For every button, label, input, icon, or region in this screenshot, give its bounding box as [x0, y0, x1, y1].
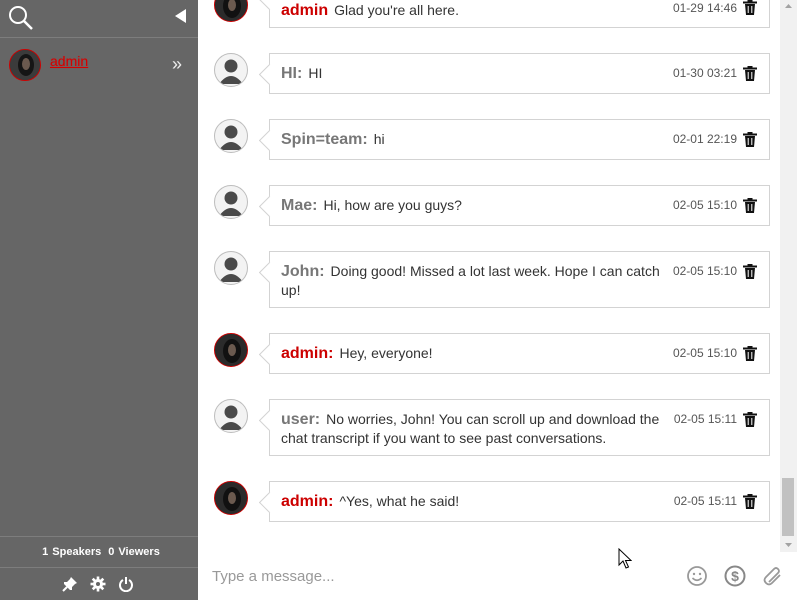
message-bubble: admin: Hey, everyone! 02-05 15:10 [269, 333, 770, 374]
message-bubble: John: Doing good! Missed a lot last week.… [269, 251, 770, 308]
message-sender[interactable]: Mae: [281, 197, 317, 214]
participant-counts: 1 Speakers 0 Viewers [0, 536, 198, 568]
message-sender[interactable]: HI: [281, 65, 302, 82]
trash-icon[interactable] [743, 264, 757, 279]
message-time: 01-30 03:21 [672, 66, 737, 80]
avatar [214, 333, 248, 367]
trash-icon[interactable] [743, 346, 757, 361]
composer: $ [198, 552, 800, 600]
message-sender[interactable]: user: [281, 411, 320, 428]
message-sender[interactable]: John: [281, 263, 325, 280]
viewers-label: Viewers [118, 546, 160, 558]
message-text: HI [308, 65, 323, 81]
expand-chevrons-icon[interactable]: » [172, 55, 182, 73]
trash-icon[interactable] [743, 132, 757, 147]
avatar [214, 119, 248, 153]
paperclip-icon[interactable] [762, 565, 784, 587]
scroll-up-arrow-icon[interactable] [780, 0, 797, 12]
pin-icon[interactable] [62, 576, 78, 592]
collapse-arrow-icon[interactable] [173, 8, 189, 24]
avatar [214, 185, 248, 219]
user-list-item[interactable]: admin » [0, 39, 198, 89]
sidebar-toolbar [0, 570, 198, 600]
trash-icon[interactable] [743, 494, 757, 509]
message-input[interactable] [210, 562, 660, 590]
emoji-icon[interactable] [686, 565, 708, 587]
message-bubble: user: No worries, John! You can scroll up… [269, 399, 770, 456]
dollar-icon[interactable]: $ [724, 565, 746, 587]
message-time: 02-05 15:10 [672, 346, 737, 360]
trash-icon[interactable] [743, 412, 757, 427]
gear-icon[interactable] [90, 576, 106, 592]
message-bubble: admin Glad you're all here. 01-29 14:46 [269, 0, 770, 28]
trash-icon[interactable] [743, 198, 757, 213]
message-sender[interactable]: admin: [281, 493, 333, 510]
sidebar: admin » 1 Speakers 0 Viewers [0, 0, 198, 600]
message-bubble: Spin=team: hi 02-01 22:19 [269, 119, 770, 160]
message-text: Hi, how are you guys? [323, 197, 462, 213]
message-text: Doing good! Missed a lot last week. Hope… [281, 263, 660, 298]
trash-icon[interactable] [743, 0, 757, 15]
message-time: 02-05 15:11 [673, 412, 737, 426]
power-icon[interactable] [118, 576, 134, 592]
avatar [214, 53, 248, 87]
trash-icon[interactable] [743, 66, 757, 81]
message-text: hi [373, 131, 385, 147]
scroll-down-arrow-icon[interactable] [780, 539, 797, 551]
sidebar-header [0, 0, 198, 38]
message-bubble: Mae: Hi, how are you guys? 02-05 15:10 [269, 185, 770, 226]
mouse-cursor-icon [618, 548, 632, 569]
avatar [214, 481, 248, 515]
message-time: 02-05 15:11 [673, 494, 737, 508]
message-text: ^Yes, what he said! [339, 493, 460, 509]
avatar [214, 399, 248, 433]
message-sender[interactable]: admin [281, 2, 328, 19]
message-text: No worries, John! You can scroll up and … [281, 411, 660, 446]
avatar [214, 0, 248, 22]
message-bubble: admin: ^Yes, what he said! 02-05 15:11 [269, 481, 770, 522]
scroll-thumb[interactable] [782, 478, 794, 536]
message-sender[interactable]: Spin=team: [281, 131, 368, 148]
message-time: 02-05 15:10 [672, 264, 737, 278]
message-text: Hey, everyone! [339, 345, 433, 361]
speakers-count: 1 [42, 546, 49, 558]
viewers-count: 0 [108, 546, 115, 558]
search-icon[interactable] [8, 4, 34, 32]
speakers-label: Speakers [52, 546, 102, 558]
chat-messages: admin Glad you're all here. 01-29 14:46 H… [198, 0, 800, 552]
message-sender[interactable]: admin: [281, 345, 333, 362]
user-name[interactable]: admin [50, 53, 88, 69]
message-bubble: HI: HI 01-30 03:21 [269, 53, 770, 94]
avatar [9, 49, 41, 81]
chat-scrollbar[interactable] [780, 0, 797, 552]
avatar [214, 251, 248, 285]
message-time: 02-01 22:19 [672, 132, 737, 146]
message-text: Glad you're all here. [334, 2, 459, 18]
message-time: 01-29 14:46 [672, 1, 737, 15]
svg-text:$: $ [731, 568, 739, 584]
message-time: 02-05 15:10 [672, 198, 737, 212]
